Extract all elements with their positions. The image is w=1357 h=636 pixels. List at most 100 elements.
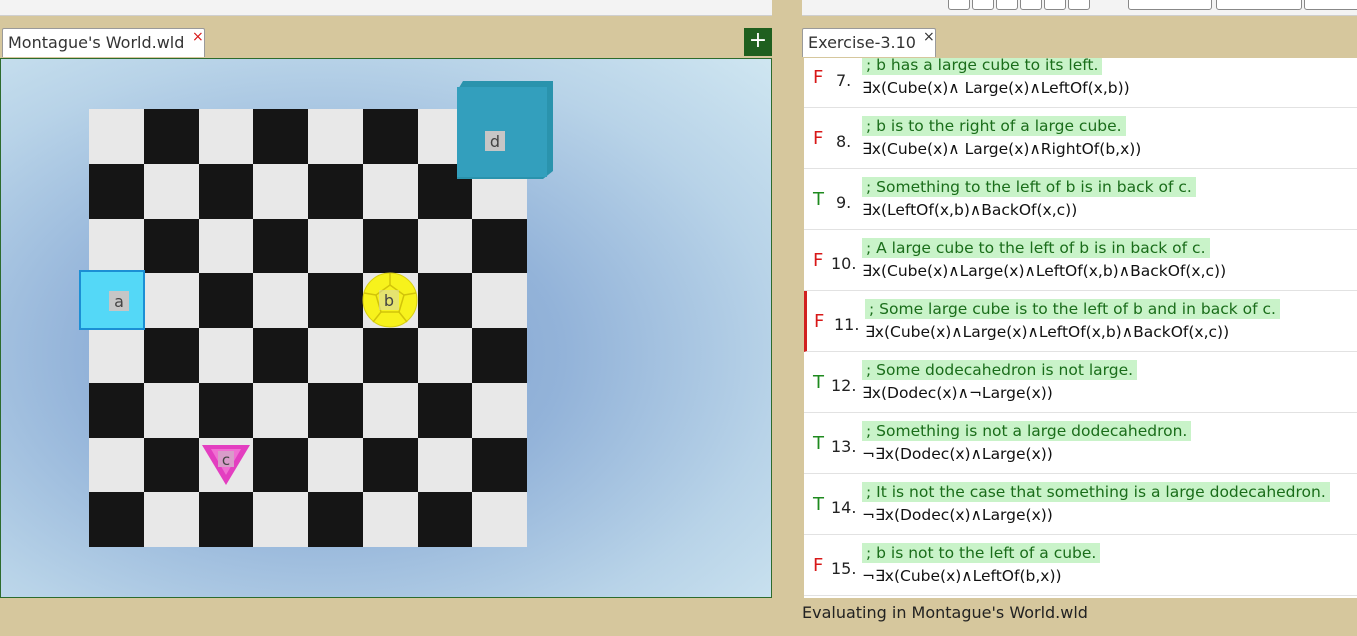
board-square[interactable] [143,273,199,329]
sentence-comment[interactable]: ; A large cube to the left of b is in ba… [862,238,1210,258]
sentence-formula[interactable]: ∃x(Cube(x)∧ Large(x)∧LeftOf(x,b)) [862,79,1130,97]
sentence-comment[interactable]: ; Something is not a large dodecahedron. [862,421,1192,441]
board-square[interactable] [362,437,418,493]
sentence-row[interactable]: T 9. ; Something to the left of b is in ba… [804,169,1357,230]
sentence-formula[interactable]: ¬∃x(Cube(x)∧LeftOf(b,x)) [862,567,1062,585]
board-square[interactable] [472,382,528,438]
board-square[interactable] [143,163,199,219]
board-square[interactable] [417,382,473,438]
world-tab[interactable]: Montague's World.wld × [2,28,205,57]
object-a-cube[interactable]: a [78,269,148,331]
board-square[interactable] [308,437,363,493]
toolbar-action-button[interactable] [1216,0,1302,10]
board-square[interactable] [89,492,144,548]
board-square[interactable] [198,328,254,383]
sentence-row[interactable]: F 11. ; Some large cube is to the left of … [804,291,1357,352]
sentence-formula[interactable]: ∃x(Cube(x)∧Large(x)∧LeftOf(x,b)∧BackOf(x… [865,323,1229,341]
toolbar-symbol-button[interactable] [948,0,970,10]
board-square[interactable] [89,382,144,438]
board-square[interactable] [308,273,363,329]
toolbar-symbol-button[interactable] [1044,0,1066,10]
toolbar-symbol-button[interactable] [996,0,1018,10]
sentence-row[interactable]: T 13. ; Something is not a large dodecahed… [804,413,1357,474]
board-square[interactable] [253,437,309,493]
board-square[interactable] [198,109,254,164]
board-square[interactable] [198,492,254,548]
board-square[interactable] [143,437,199,493]
board-square[interactable] [417,492,473,548]
board-square[interactable] [198,382,254,438]
board-square[interactable] [417,273,473,329]
sentence-formula[interactable]: ¬∃x(Dodec(x)∧Large(x)) [862,506,1053,524]
board-square[interactable] [89,218,144,274]
add-tab-button[interactable]: + [744,28,772,56]
board-square[interactable] [143,218,199,274]
board-square[interactable] [362,218,418,274]
sentence-formula[interactable]: ∃x(Cube(x)∧ Large(x)∧RightOf(b,x)) [862,140,1141,158]
board-square[interactable] [198,273,254,329]
board-square[interactable] [143,109,199,164]
board-square[interactable] [253,328,309,383]
board-square[interactable] [198,163,254,219]
board-square[interactable] [253,218,309,274]
sentence-comment[interactable]: ; b is to the right of a large cube. [862,116,1126,136]
board-square[interactable] [362,492,418,548]
toolbar-symbol-button[interactable] [1020,0,1042,10]
board-square[interactable] [362,382,418,438]
board-square[interactable] [472,492,528,548]
board-square[interactable] [308,492,363,548]
board-square[interactable] [89,163,144,219]
sentence-row[interactable]: F 15. ; b is not to the left of a cube. ¬∃x… [804,535,1357,596]
board-square[interactable] [417,328,473,383]
sentence-row[interactable]: T 12. ; Some dodecahedron is not large. ∃x(… [804,352,1357,413]
toolbar-action-button[interactable] [1304,0,1357,10]
board-square[interactable] [253,382,309,438]
board-square[interactable] [89,437,144,493]
board-square[interactable] [308,163,363,219]
sentence-formula[interactable]: ∃x(Cube(x)∧Large(x)∧LeftOf(x,b)∧BackOf(x… [862,262,1226,280]
board-square[interactable] [143,492,199,548]
sentence-formula[interactable]: ¬∃x(Dodec(x)∧Large(x)) [862,445,1053,463]
sentence-comment[interactable]: ; Something to the left of b is in back … [862,177,1196,197]
sentence-row[interactable]: F 8. ; b is to the right of a large cube. ∃… [804,108,1357,169]
sentence-formula[interactable]: ∃x(Dodec(x)∧¬Large(x)) [862,384,1053,402]
board-square[interactable] [417,218,473,274]
object-c-tetrahedron[interactable]: c [199,443,253,489]
sentence-comment[interactable]: ; Some large cube is to the left of b an… [865,299,1280,319]
sentence-formula[interactable]: ∃x(LeftOf(x,b)∧BackOf(x,c)) [862,201,1077,219]
board-square[interactable] [362,328,418,383]
sentence-tab[interactable]: Exercise-3.10 × [802,28,936,57]
board-square[interactable] [198,218,254,274]
board-square[interactable] [308,382,363,438]
board-square[interactable] [253,492,309,548]
object-d-cube[interactable]: d [453,79,557,181]
board-square[interactable] [89,328,144,383]
sentence-row[interactable]: F 10. ; A large cube to the left of b is i… [804,230,1357,291]
world-view[interactable]: d a b c [0,58,772,598]
toolbar-action-button[interactable] [1128,0,1212,10]
board-square[interactable] [472,437,528,493]
sentence-comment[interactable]: ; b is not to the left of a cube. [862,543,1101,563]
toolbar-symbol-button[interactable] [1068,0,1090,10]
sentence-comment[interactable]: ; b has a large cube to its left. [862,58,1103,75]
object-b-dodecahedron[interactable]: b [361,271,419,329]
close-icon[interactable]: × [923,29,935,45]
toolbar-symbol-button[interactable] [972,0,994,10]
board-square[interactable] [362,109,418,164]
board-square[interactable] [89,109,144,164]
board-square[interactable] [253,273,309,329]
board-square[interactable] [308,328,363,383]
board-square[interactable] [362,163,418,219]
sentence-row[interactable]: F 7. ; b has a large cube to its left. ∃x(C… [804,58,1357,108]
board-square[interactable] [308,218,363,274]
close-icon[interactable]: × [192,29,204,45]
sentence-row[interactable]: T 14. ; It is not the case that something … [804,474,1357,535]
board-square[interactable] [417,437,473,493]
sentence-comment[interactable]: ; Some dodecahedron is not large. [862,360,1138,380]
board-square[interactable] [472,218,528,274]
board-square[interactable] [308,109,363,164]
board-square[interactable] [143,328,199,383]
board-square[interactable] [472,273,528,329]
board-square[interactable] [472,328,528,383]
board-square[interactable] [253,163,309,219]
